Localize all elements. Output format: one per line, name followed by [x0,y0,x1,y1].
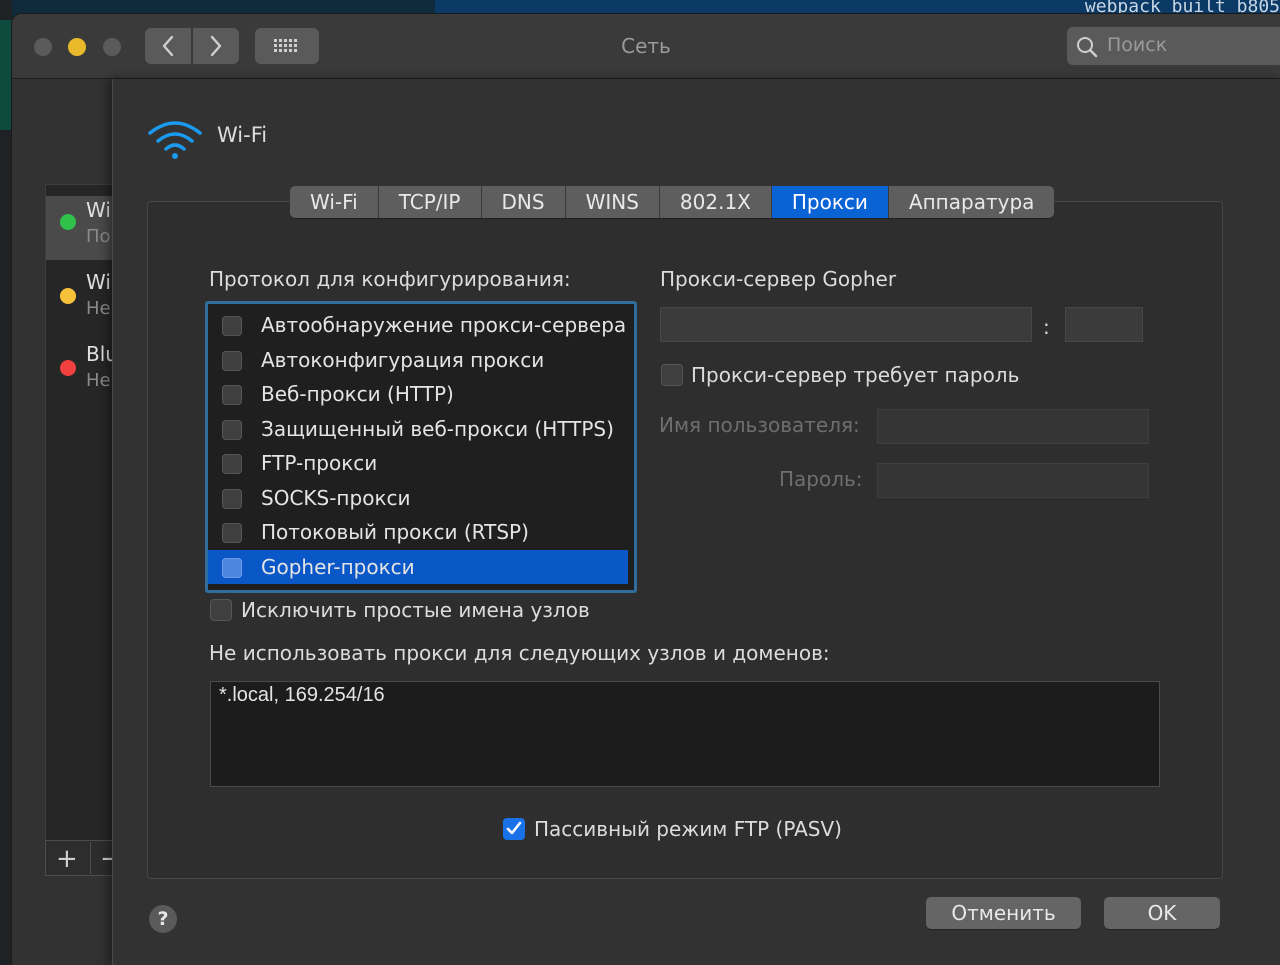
service-status: Не [86,370,111,391]
status-dot-red [60,360,76,376]
service-status: Не [86,298,111,319]
service-item-2[interactable]: Wi Не [46,270,116,334]
cancel-button[interactable]: Отменить [926,897,1081,929]
service-item-1[interactable]: Wi По [46,196,116,260]
ok-button[interactable]: OK [1104,897,1220,929]
tab-proxies[interactable]: Прокси [771,186,889,218]
protocol-label: Автообнаружение прокси-сервера [261,313,627,337]
exclude-simple-hostnames-label: Исключить простые имена узлов [241,598,590,622]
protocol-label: Потоковый прокси (RTSP) [261,520,529,544]
status-dot-yellow [60,288,76,304]
list-item[interactable]: Потоковый прокси (RTSP) [208,515,628,549]
bypass-domains-textarea[interactable]: *.local, 169.254/16 [210,681,1160,787]
port-separator: : [1043,315,1050,339]
proxy-server-heading: Прокси-сервер Gopher [660,267,897,291]
protocol-checkbox[interactable] [222,489,242,509]
proxy-settings-sheet: Wi-Fi Wi-Fi TCP/IP DNS WINS 802.1X Прокс… [112,79,1280,965]
search-icon [1077,37,1098,58]
search-placeholder: Поиск [1107,34,1168,56]
tab-hardware[interactable]: Аппаратура [888,186,1055,218]
tab-tcpip[interactable]: TCP/IP [378,186,482,218]
service-name: Wi [86,270,111,294]
protocol-label: FTP-прокси [261,451,378,475]
list-item-selected[interactable]: Gopher-прокси [208,550,628,584]
status-dot-green [60,214,76,230]
help-button[interactable]: ? [149,905,177,933]
password-label: Пароль: [779,467,863,491]
protocol-label: SOCKS-прокси [261,486,411,510]
list-item[interactable]: SOCKS-прокси [208,481,628,515]
list-item[interactable]: Автообнаружение прокси-сервера [208,308,628,342]
service-status: По [86,226,111,247]
protocol-checkbox[interactable] [222,558,242,578]
tab-8021x[interactable]: 802.1X [659,186,772,218]
add-service-button[interactable]: + [56,844,78,874]
desktop-background-strip [0,0,12,965]
passive-ftp-checkbox[interactable] [503,818,525,840]
protocol-checkbox[interactable] [222,523,242,543]
protocol-label: Автоконфигурация прокси [261,348,545,372]
service-item-3[interactable]: Blu Не [46,342,118,406]
title-bar: Сеть Поиск [12,14,1280,79]
protocol-checkbox[interactable] [222,316,242,336]
protocol-checkbox[interactable] [222,385,242,405]
network-preferences-window: Сеть Поиск Wi По Wi Не Blu Не + − Wi-Fi [12,14,1280,965]
interface-title: Wi-Fi [217,123,268,147]
protocol-label: Веб-прокси (HTTP) [261,382,454,406]
protocol-label: Gopher-прокси [261,555,415,579]
protocol-checkbox[interactable] [222,420,242,440]
proxy-server-field[interactable] [660,307,1032,342]
search-field[interactable]: Поиск [1067,27,1280,65]
protocol-label: Защищенный веб-прокси (HTTPS) [261,417,614,441]
password-field[interactable] [877,463,1149,498]
protocol-list: Автообнаружение прокси-сервера Автоконфи… [205,301,637,593]
checkmark-icon [506,821,522,835]
protocol-checkbox[interactable] [222,454,242,474]
requires-password-label: Прокси-сервер требует пароль [691,363,1020,387]
username-field[interactable] [877,409,1149,444]
list-item[interactable]: Автоконфигурация прокси [208,343,628,377]
tab-dns[interactable]: DNS [481,186,566,218]
tab-bar: Wi-Fi TCP/IP DNS WINS 802.1X Прокси Аппа… [290,186,1055,218]
bypass-heading: Не использовать прокси для следующих узл… [209,641,830,665]
tab-wifi[interactable]: Wi-Fi [290,186,379,218]
list-item[interactable]: Веб-прокси (HTTP) [208,377,628,411]
username-label: Имя пользователя: [659,413,860,437]
desktop-background-window [0,20,12,130]
service-name: Wi [86,198,111,222]
wifi-icon [148,121,202,159]
exclude-simple-hostnames-checkbox[interactable] [210,599,232,621]
proxy-port-field[interactable] [1065,307,1143,342]
tab-wins[interactable]: WINS [565,186,660,218]
protocol-checkbox[interactable] [222,351,242,371]
passive-ftp-label: Пассивный режим FTP (PASV) [534,817,842,841]
list-item[interactable]: Защищенный веб-прокси (HTTPS) [208,412,628,446]
requires-password-checkbox[interactable] [661,364,683,386]
list-item[interactable]: FTP-прокси [208,446,628,480]
toolbar-divider [90,842,91,874]
protocol-heading: Протокол для конфигурирования: [209,267,571,291]
